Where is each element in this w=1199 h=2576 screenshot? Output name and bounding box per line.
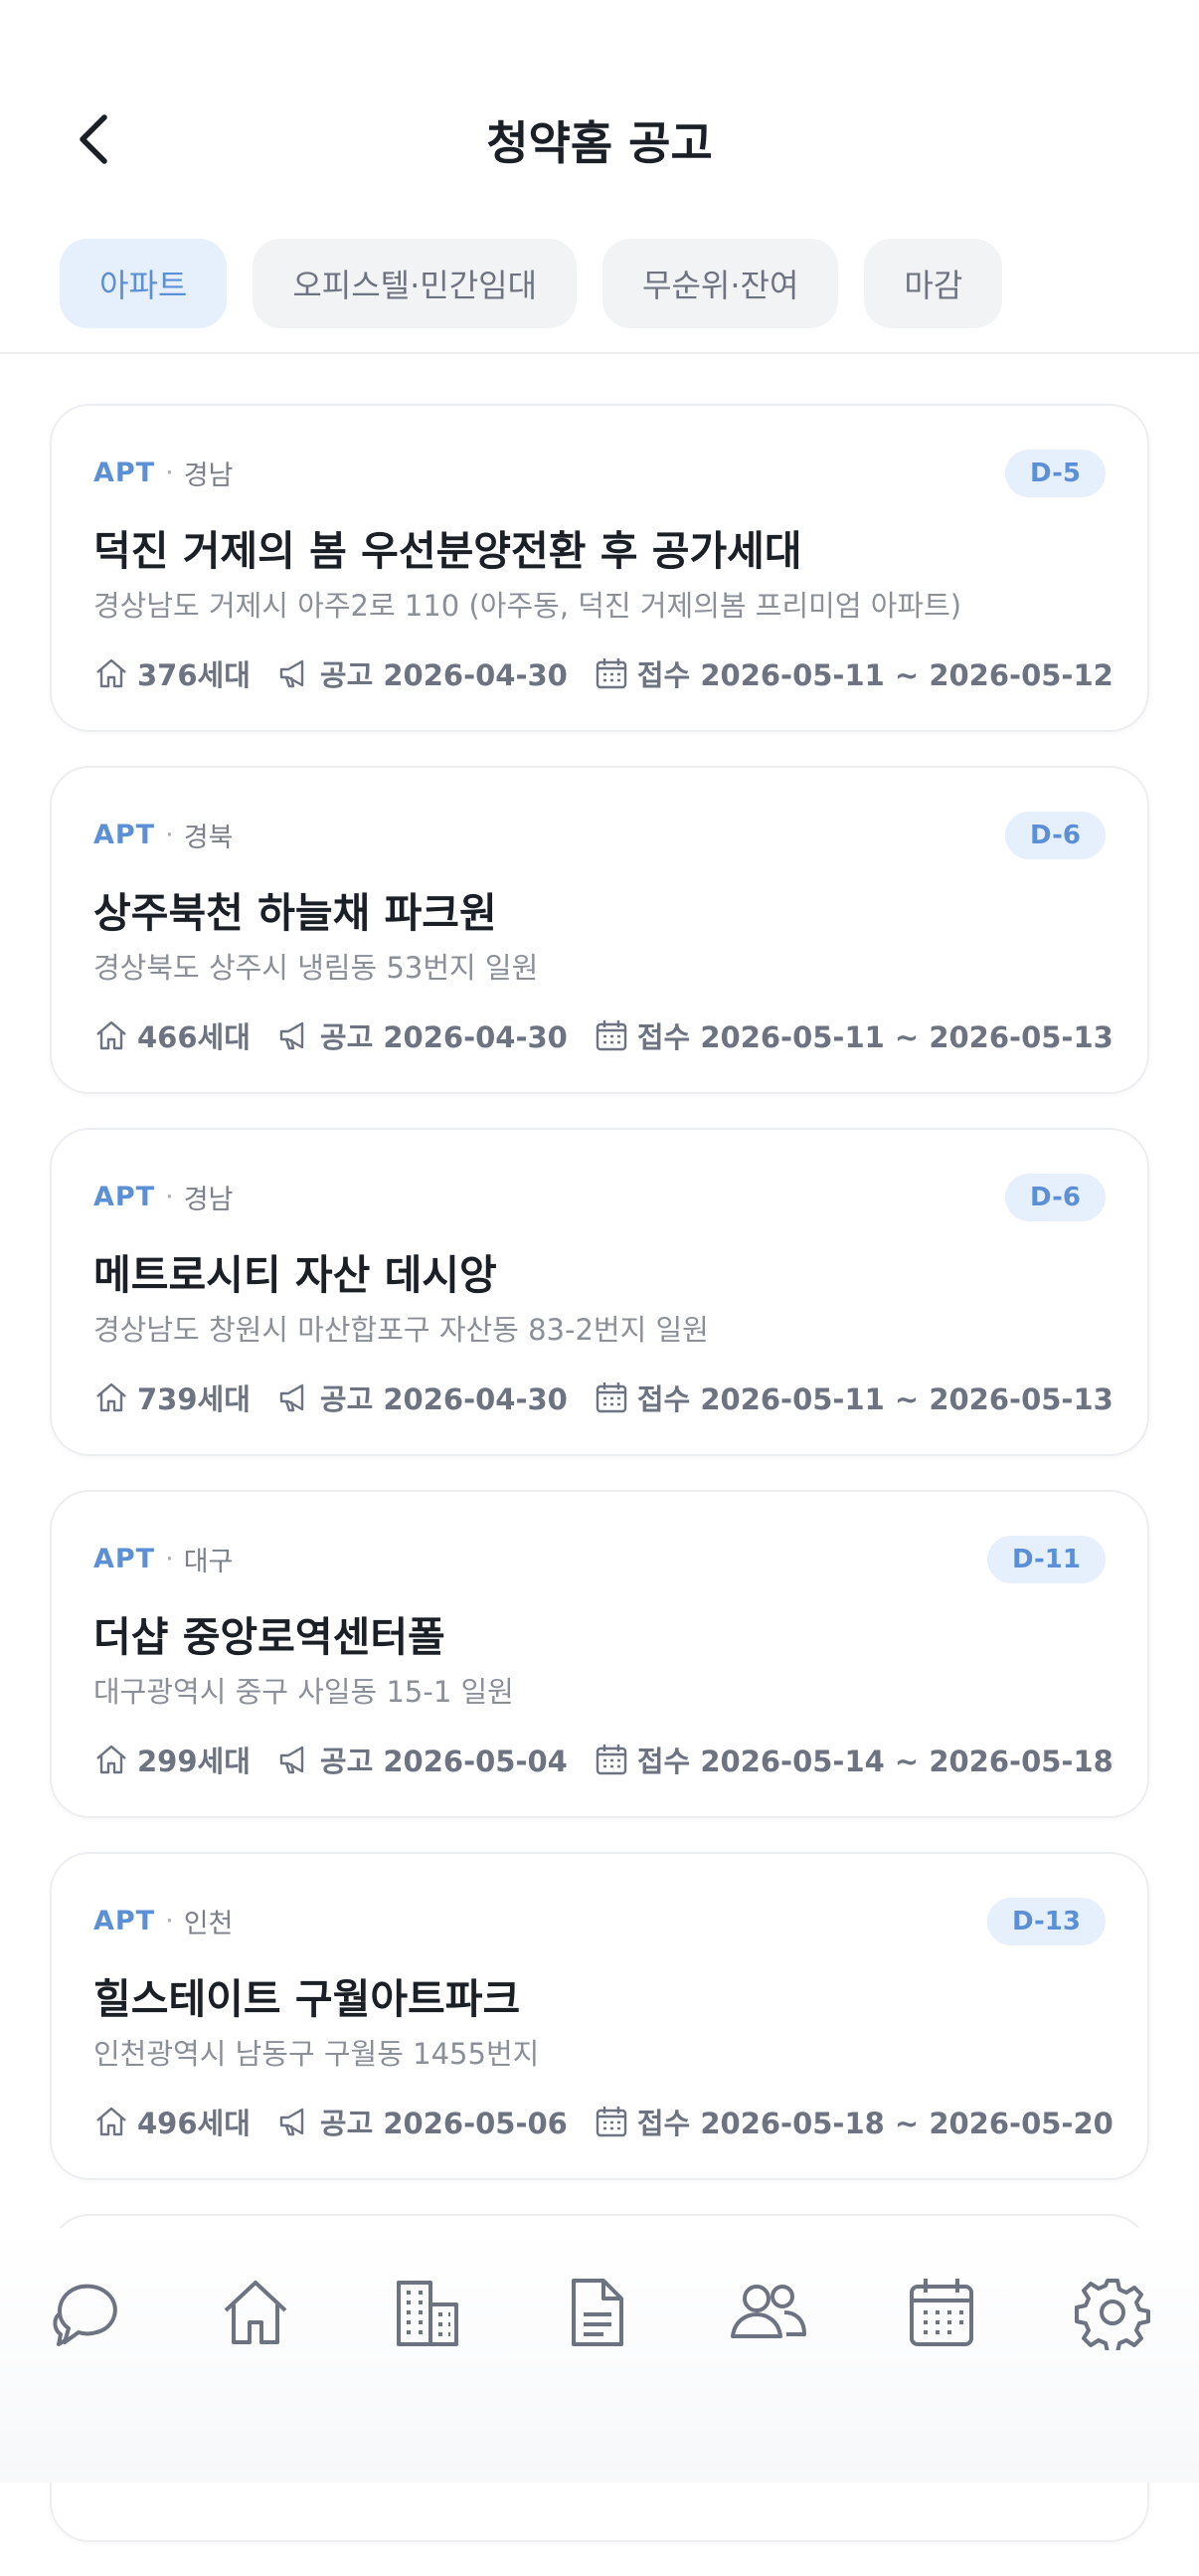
calendar-icon	[594, 655, 629, 691]
dday-badge: D-11	[986, 1536, 1106, 1583]
nav-settings[interactable]	[1068, 2268, 1157, 2357]
separator-dot: ·	[165, 1906, 174, 1936]
category-tabs: 아파트 오피스텔·민간임대 무순위·잔여 마감	[60, 239, 1003, 328]
listing-card[interactable]: APT · 경북 D-6 상주북천 하늘채 파크원 경상북도 상주시 냉림동 5…	[50, 766, 1149, 1094]
megaphone-icon	[276, 1017, 312, 1053]
housing-type-label: APT	[93, 1182, 156, 1212]
listing-card[interactable]: APT · 경남 D-5 덕진 거제의 봄 우선분양전환 후 공가세대 경상남도…	[50, 404, 1149, 732]
nav-chat[interactable]	[42, 2268, 131, 2357]
notice-date: 공고 2026-05-04	[319, 1745, 568, 1778]
house-icon	[93, 1017, 129, 1053]
page-title: 청약홈 공고	[486, 116, 713, 170]
calendar-icon	[594, 1380, 629, 1415]
listing-title: 상주북천 하늘채 파크원	[93, 889, 497, 937]
listing-title: 메트로시티 자산 데시앙	[93, 1251, 497, 1299]
application-period: 접수 2026-05-11 ~ 2026-05-12	[636, 658, 1113, 692]
region-label: 경남	[183, 460, 234, 491]
application-period: 접수 2026-05-11 ~ 2026-05-13	[636, 1382, 1113, 1416]
tab-unranked[interactable]: 무순위·잔여	[602, 239, 839, 328]
region-label: 경북	[183, 823, 234, 853]
tab-closed[interactable]: 마감	[864, 239, 1003, 328]
calendar-icon	[594, 1017, 629, 1053]
household-count: 496세대	[137, 2107, 251, 2140]
card-header: APT · 경북	[93, 816, 233, 854]
dday-badge: D-5	[1005, 450, 1106, 497]
household-count: 466세대	[137, 1020, 251, 1054]
region-label: 대구	[183, 1547, 234, 1577]
listing-address: 경상북도 상주시 냉림동 53번지 일원	[93, 951, 539, 985]
house-icon	[93, 655, 129, 691]
chat-icon	[53, 2284, 117, 2346]
house-icon	[93, 1742, 129, 1777]
house-icon	[93, 1380, 129, 1415]
tab-officetel[interactable]: 오피스텔·민간임대	[253, 239, 578, 328]
card-header: APT · 경남	[93, 454, 233, 492]
listing-meta: 739세대 공고 2026-04-30 접수 2026-05-11 ~ 2026…	[93, 1377, 1139, 1418]
notice-date: 공고 2026-04-30	[319, 1382, 568, 1416]
listing-address: 인천광역시 남동구 구월동 1455번지	[93, 2037, 540, 2071]
nav-calendar[interactable]	[897, 2268, 986, 2357]
housing-type-label: APT	[93, 820, 156, 850]
card-header: APT · 경남	[93, 1178, 233, 1216]
calendar-icon	[594, 1742, 629, 1777]
housing-type-label: APT	[93, 458, 156, 488]
nav-home[interactable]	[211, 2268, 300, 2357]
separator-dot: ·	[165, 820, 174, 850]
separator-dot: ·	[165, 1182, 174, 1212]
megaphone-icon	[276, 1380, 312, 1415]
region-label: 인천	[183, 1909, 234, 1939]
listing-address: 경상남도 거제시 아주2로 110 (아주동, 덕진 거제의봄 프리미엄 아파트…	[93, 589, 962, 623]
household-count: 739세대	[137, 1382, 251, 1416]
calendar-icon	[910, 2279, 973, 2346]
tab-apartment[interactable]: 아파트	[60, 239, 228, 328]
gear-icon	[1075, 2279, 1150, 2350]
house-icon	[93, 2104, 129, 2139]
nav-document[interactable]	[553, 2268, 642, 2357]
card-header: APT · 인천	[93, 1902, 233, 1940]
calendar-icon	[594, 2104, 629, 2139]
separator-dot: ·	[165, 458, 174, 488]
listing-address: 경상남도 창원시 마산합포구 자산동 83-2번지 일원	[93, 1313, 709, 1347]
nav-users[interactable]	[724, 2268, 813, 2357]
document-icon	[572, 2279, 623, 2346]
listing-meta: 466세대 공고 2026-04-30 접수 2026-05-11 ~ 2026…	[93, 1014, 1139, 1056]
application-period: 접수 2026-05-11 ~ 2026-05-13	[636, 1020, 1113, 1054]
listing-title: 힐스테이트 구월아트파크	[93, 1975, 521, 2023]
listing-meta: 299세대 공고 2026-05-04 접수 2026-05-14 ~ 2026…	[93, 1739, 1139, 1780]
listing-address: 대구광역시 중구 사일동 15-1 일원	[93, 1675, 514, 1709]
listing-card[interactable]: APT · 경남 D-6 메트로시티 자산 데시앙 경상남도 창원시 마산합포구…	[50, 1128, 1149, 1456]
household-count: 299세대	[137, 1745, 251, 1778]
household-count: 376세대	[137, 658, 251, 692]
application-period: 접수 2026-05-18 ~ 2026-05-20	[636, 2107, 1113, 2140]
listing-title: 덕진 거제의 봄 우선분양전환 후 공가세대	[93, 527, 802, 575]
megaphone-icon	[276, 655, 312, 691]
nav-building[interactable]	[382, 2268, 471, 2357]
dday-badge: D-6	[1005, 812, 1106, 859]
dday-badge: D-13	[986, 1898, 1106, 1945]
bottom-nav	[0, 2228, 1199, 2483]
housing-type-label: APT	[93, 1544, 156, 1574]
megaphone-icon	[276, 2104, 312, 2139]
listing-title: 더샵 중앙로역센터폴	[93, 1613, 445, 1661]
application-period: 접수 2026-05-14 ~ 2026-05-18	[636, 1745, 1113, 1778]
listing-meta: 376세대 공고 2026-04-30 접수 2026-05-11 ~ 2026…	[93, 652, 1139, 694]
home-icon	[224, 2281, 287, 2344]
building-icon	[397, 2281, 458, 2346]
megaphone-icon	[276, 1742, 312, 1777]
notice-date: 공고 2026-04-30	[319, 658, 568, 692]
region-label: 경남	[183, 1185, 234, 1215]
notice-date: 공고 2026-04-30	[319, 1020, 568, 1054]
divider	[0, 352, 1199, 354]
listing-card[interactable]: APT · 인천 D-13 힐스테이트 구월아트파크 인천광역시 남동구 구월동…	[50, 1852, 1149, 2180]
dday-badge: D-6	[1005, 1174, 1106, 1221]
users-icon	[731, 2285, 806, 2338]
housing-type-label: APT	[93, 1906, 156, 1936]
listing-card[interactable]: APT · 대구 D-11 더샵 중앙로역센터폴 대구광역시 중구 사일동 15…	[50, 1490, 1149, 1818]
card-header: APT · 대구	[93, 1540, 233, 1578]
notice-date: 공고 2026-05-06	[319, 2107, 568, 2140]
listing-meta: 496세대 공고 2026-05-06 접수 2026-05-18 ~ 2026…	[93, 2101, 1139, 2142]
separator-dot: ·	[165, 1544, 174, 1574]
header: 청약홈 공고	[0, 0, 1199, 199]
